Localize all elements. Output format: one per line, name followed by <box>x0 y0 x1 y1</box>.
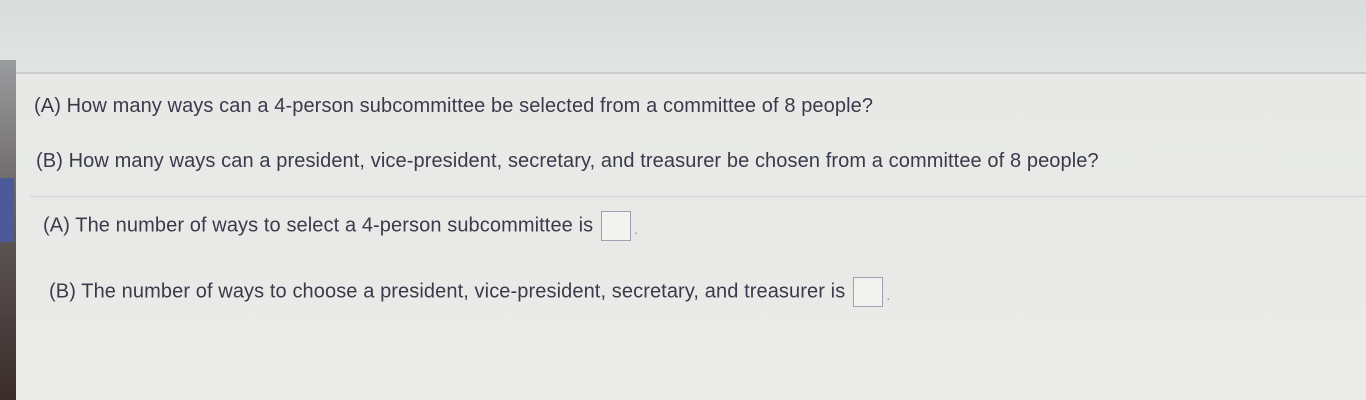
answer-a-prompt: (A) The number of ways to select a 4-per… <box>43 214 594 237</box>
answer-b-period: . <box>886 287 891 303</box>
answer-a-row: (A) The number of ways to select a 4-per… <box>43 211 638 241</box>
side-tab[interactable] <box>0 178 14 242</box>
answer-a-period: . <box>634 221 639 237</box>
question-a-text: (A) How many ways can a 4-person subcomm… <box>34 95 874 117</box>
answer-b-input[interactable] <box>853 277 884 307</box>
header-band <box>0 0 1366 72</box>
answer-a-input[interactable] <box>601 211 632 241</box>
answer-b-row: (B) The number of ways to choose a presi… <box>49 277 890 307</box>
question-b-text: (B) How many ways can a president, vice-… <box>36 150 1099 172</box>
section-divider <box>30 196 1366 197</box>
answer-b-prompt: (B) The number of ways to choose a presi… <box>49 280 846 303</box>
